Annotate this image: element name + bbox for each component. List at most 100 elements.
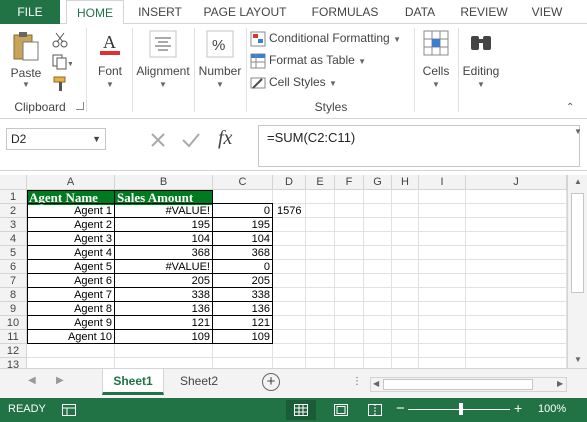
row-header-3[interactable]: 3 (0, 218, 27, 232)
row-header-6[interactable]: 6 (0, 260, 27, 274)
cell-agent-name[interactable]: Agent 9 (27, 316, 114, 330)
paste-button[interactable]: Paste ▼ (8, 30, 44, 89)
editing-button[interactable]: Editing ▼ (460, 26, 502, 116)
tab-data[interactable]: DATA (398, 0, 442, 24)
tab-split-handle[interactable]: ⋮ (352, 376, 362, 387)
cell-sales-amount[interactable]: #VALUE! (115, 204, 212, 218)
cell-sales-amount[interactable]: 368 (115, 246, 212, 260)
column-header-f[interactable]: F (335, 175, 364, 190)
cell-agent-name[interactable]: Agent 3 (27, 232, 114, 246)
column-header-g[interactable]: G (364, 175, 392, 190)
row-header-12[interactable]: 12 (0, 344, 27, 358)
cell-sales-amount[interactable]: 121 (115, 316, 212, 330)
horizontal-scrollbar[interactable]: ◀ ▶ (370, 377, 567, 392)
sheet-tab-sheet1[interactable]: Sheet1 (102, 369, 164, 395)
cell-agent-name[interactable]: Agent 1 (27, 204, 114, 218)
scroll-up-icon[interactable]: ▲ (574, 177, 582, 186)
column-header-i[interactable]: I (419, 175, 466, 190)
cells-button[interactable]: Cells ▼ (416, 26, 456, 116)
zoom-slider-thumb[interactable] (459, 403, 463, 415)
column-header-b[interactable]: B (115, 175, 213, 190)
cell-numeric-value[interactable]: 338 (213, 288, 272, 302)
page-layout-view-icon[interactable] (334, 404, 348, 416)
alignment-button[interactable]: Alignment ▼ (134, 26, 192, 116)
cell-numeric-value[interactable]: 368 (213, 246, 272, 260)
clipboard-launcher-icon[interactable] (76, 102, 84, 110)
cell-numeric-value[interactable]: 195 (213, 218, 272, 232)
tab-insert[interactable]: INSERT (130, 0, 190, 24)
enter-icon[interactable] (180, 130, 202, 150)
collapse-ribbon-icon[interactable]: ⌃ (566, 102, 574, 113)
cell-sales-amount[interactable]: 109 (115, 330, 212, 344)
cell-agent-name[interactable]: Agent 10 (27, 330, 114, 344)
name-box[interactable]: D2 ▼ (6, 128, 106, 150)
number-button[interactable]: % Number ▼ (196, 26, 244, 116)
cell-agent-name[interactable]: Agent 8 (27, 302, 114, 316)
worksheet-grid[interactable]: A B C D E F G H I J 1 2 3 4 5 6 7 8 9 10 11 12 13 Agent Name Sal… (0, 175, 567, 368)
vertical-scrollbar[interactable]: ▲ ▼ (567, 175, 587, 368)
cut-icon[interactable] (52, 32, 68, 48)
column-header-h[interactable]: H (392, 175, 419, 190)
macro-record-icon[interactable] (62, 404, 76, 416)
select-all-corner[interactable] (0, 175, 27, 190)
tab-formulas[interactable]: FORMULAS (306, 0, 384, 24)
cell-numeric-value[interactable]: 0 (213, 204, 272, 218)
row-header-11[interactable]: 11 (0, 330, 27, 344)
scroll-right-icon[interactable]: ▶ (557, 379, 563, 388)
cell-d2-sum[interactable]: 1576 (275, 204, 315, 218)
column-header-j[interactable]: J (466, 175, 567, 190)
row-header-10[interactable]: 10 (0, 316, 27, 330)
name-box-dropdown-icon[interactable]: ▼ (92, 129, 101, 149)
cell-numeric-value[interactable]: 121 (213, 316, 272, 330)
cell-numeric-value[interactable]: 104 (213, 232, 272, 246)
column-header-a[interactable]: A (27, 175, 115, 190)
cell-numeric-value[interactable]: 0 (213, 260, 272, 274)
zoom-in-icon[interactable]: + (514, 400, 522, 416)
row-header-13[interactable]: 13 (0, 358, 27, 368)
prev-sheet-icon[interactable]: ◀ (28, 375, 36, 386)
cell-agent-name[interactable]: Agent 6 (27, 274, 114, 288)
column-header-c[interactable]: C (213, 175, 273, 190)
cell-agent-name[interactable]: Agent 7 (27, 288, 114, 302)
cell-sales-amount[interactable]: #VALUE! (115, 260, 212, 274)
tab-home[interactable]: HOME (66, 0, 124, 25)
next-sheet-icon[interactable]: ▶ (56, 375, 64, 386)
conditional-formatting-button[interactable]: Conditional Formatting ▼ (250, 28, 401, 48)
tab-review[interactable]: REVIEW (456, 0, 512, 24)
expand-formula-bar-icon[interactable]: ▼ (574, 127, 582, 136)
cell-sales-amount[interactable]: 338 (115, 288, 212, 302)
formula-input[interactable]: =SUM(C2:C11) (258, 125, 580, 167)
row-header-9[interactable]: 9 (0, 302, 27, 316)
vertical-scroll-thumb[interactable] (571, 193, 584, 293)
cell-sales-amount[interactable]: 104 (115, 232, 212, 246)
copy-icon[interactable]: ▼ (52, 54, 72, 70)
cell-sales-amount[interactable]: 205 (115, 274, 212, 288)
tab-view[interactable]: VIEW (526, 0, 568, 24)
column-header-e[interactable]: E (306, 175, 335, 190)
row-header-8[interactable]: 8 (0, 288, 27, 302)
row-header-4[interactable]: 4 (0, 232, 27, 246)
row-header-1[interactable]: 1 (0, 190, 27, 204)
cell-agent-name[interactable]: Agent 4 (27, 246, 114, 260)
format-as-table-button[interactable]: Format as Table ▼ (250, 50, 366, 70)
horizontal-scroll-thumb[interactable] (383, 379, 533, 390)
tab-page-layout[interactable]: PAGE LAYOUT (200, 0, 290, 24)
cancel-icon[interactable] (148, 130, 168, 150)
row-header-7[interactable]: 7 (0, 274, 27, 288)
scroll-left-icon[interactable]: ◀ (373, 379, 379, 388)
sheet-tab-sheet2[interactable]: Sheet2 (168, 369, 230, 395)
row-header-5[interactable]: 5 (0, 246, 27, 260)
tab-file[interactable]: FILE (0, 0, 60, 24)
page-break-view-icon[interactable] (368, 404, 382, 416)
cell-numeric-value[interactable]: 109 (213, 330, 272, 344)
zoom-out-icon[interactable]: − (396, 400, 405, 417)
cell-agent-name[interactable]: Agent 5 (27, 260, 114, 274)
cell-numeric-value[interactable]: 205 (213, 274, 272, 288)
scroll-down-icon[interactable]: ▼ (574, 355, 582, 364)
cell-sales-amount[interactable]: 136 (115, 302, 212, 316)
cell-agent-name[interactable]: Agent 2 (27, 218, 114, 232)
column-header-d[interactable]: D (273, 175, 306, 190)
insert-function-icon[interactable]: fx (218, 127, 232, 150)
cell-sales-amount[interactable]: 195 (115, 218, 212, 232)
zoom-level[interactable]: 100% (538, 403, 566, 415)
